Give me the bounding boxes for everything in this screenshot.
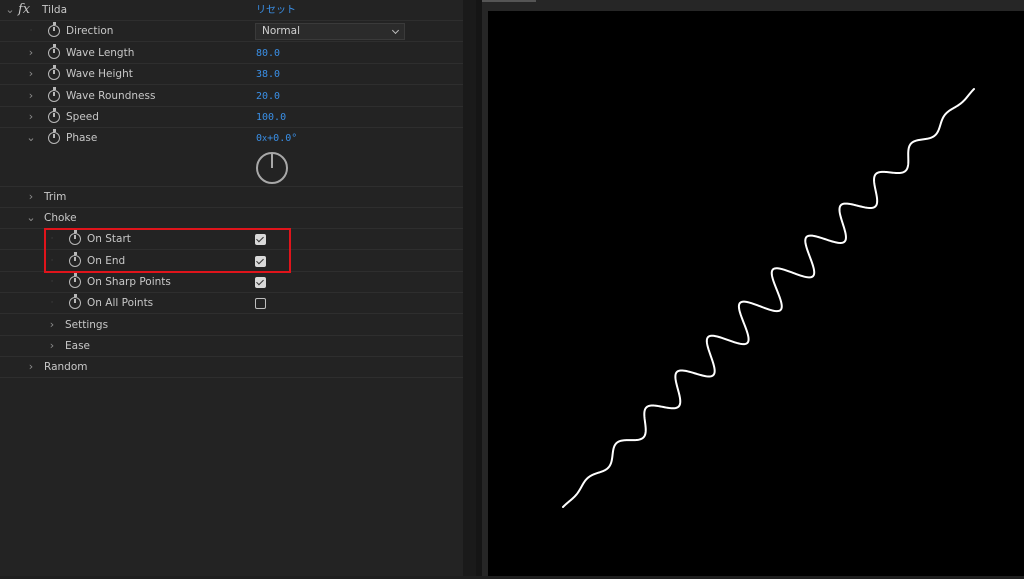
property-label: Phase	[66, 132, 98, 144]
on-all-points-checkbox[interactable]	[255, 298, 266, 309]
property-row-speed: › Speed 100.0	[0, 107, 463, 128]
group-label-settings: Settings	[65, 319, 109, 331]
property-label: Wave Roundness	[66, 90, 156, 102]
stopwatch-icon[interactable]	[48, 108, 60, 123]
chevron-right-icon[interactable]: ›	[26, 357, 36, 378]
panel-scrollbar[interactable]	[463, 0, 476, 576]
property-row-direction: · Direction Normal	[0, 21, 463, 42]
property-label: Direction	[66, 25, 114, 37]
chevron-right-icon[interactable]: ›	[47, 336, 57, 357]
chevron-right-icon[interactable]: ›	[26, 187, 36, 208]
chevron-right-icon[interactable]: ›	[26, 43, 36, 64]
highlight-annotation-box	[44, 228, 291, 273]
speed-value[interactable]: 100.0	[256, 107, 286, 129]
group-label-trim: Trim	[44, 191, 67, 203]
group-label-ease: Ease	[65, 340, 90, 352]
wave-path-svg	[562, 88, 975, 508]
chevron-down-icon[interactable]: ⌄	[26, 208, 36, 229]
bullet-icon: ·	[50, 298, 54, 308]
phase-degrees: +0.0°	[267, 133, 298, 144]
property-row-wave-length: › Wave Length 80.0	[0, 43, 463, 64]
stopwatch-icon[interactable]	[48, 44, 60, 59]
effect-header-row: ⌄ fx Tilda リセット	[0, 0, 463, 21]
property-row-on-all-points: · On All Points	[0, 293, 463, 314]
chevron-right-icon[interactable]: ›	[26, 64, 36, 85]
property-label: On All Points	[87, 297, 154, 309]
stopwatch-icon[interactable]	[48, 65, 60, 80]
chevron-down-icon[interactable]: ⌄	[5, 0, 15, 21]
property-label: Speed	[66, 111, 99, 123]
chevron-down-icon[interactable]: ⌄	[26, 128, 36, 149]
group-row-trim: › Trim	[0, 187, 463, 208]
property-label: On Sharp Points	[87, 276, 171, 288]
phase-value[interactable]: 0x+0.0°	[256, 128, 297, 150]
wave-path	[562, 88, 975, 508]
group-row-random: › Random	[0, 357, 463, 378]
group-row-ease: › Ease	[0, 336, 463, 357]
chevron-right-icon[interactable]: ›	[26, 86, 36, 107]
stopwatch-icon[interactable]	[48, 129, 60, 144]
phase-dial[interactable]	[256, 152, 288, 184]
property-row-phase: ⌄ Phase 0x+0.0°	[0, 128, 463, 187]
group-row-settings: › Settings	[0, 315, 463, 336]
wave-height-value[interactable]: 38.0	[256, 64, 280, 86]
chevron-right-icon[interactable]: ›	[47, 315, 57, 336]
group-label-choke: Choke	[44, 212, 77, 224]
effect-controls-panel: ⌄ fx Tilda リセット · Direction Normal › Wav…	[0, 0, 463, 576]
reset-link[interactable]: リセット	[256, 0, 296, 22]
stopwatch-icon[interactable]	[48, 87, 60, 102]
dial-needle	[271, 154, 273, 168]
dropdown-value: Normal	[262, 25, 300, 37]
effect-name: Tilda	[42, 4, 68, 16]
stopwatch-icon[interactable]	[69, 273, 81, 288]
property-label: Wave Length	[66, 47, 135, 59]
bullet-icon: ·	[29, 26, 33, 36]
wave-roundness-value[interactable]: 20.0	[256, 86, 280, 108]
bullet-icon: ·	[50, 277, 54, 287]
group-label-random: Random	[44, 361, 88, 373]
chevron-right-icon[interactable]: ›	[26, 107, 36, 128]
composition-viewer	[482, 0, 1024, 576]
group-row-choke: ⌄ Choke	[0, 208, 463, 229]
fx-icon[interactable]: fx	[18, 2, 30, 18]
property-row-wave-roundness: › Wave Roundness 20.0	[0, 86, 463, 107]
stopwatch-icon[interactable]	[48, 22, 60, 37]
property-label: Wave Height	[66, 68, 133, 80]
property-row-wave-height: › Wave Height 38.0	[0, 64, 463, 85]
viewer-tab-indicator	[482, 0, 536, 2]
composition-canvas[interactable]	[488, 11, 1024, 576]
stopwatch-icon[interactable]	[69, 294, 81, 309]
on-sharp-points-checkbox[interactable]	[255, 277, 266, 288]
direction-dropdown[interactable]: Normal	[255, 23, 405, 40]
chevron-down-icon	[391, 26, 400, 35]
property-row-on-sharp-points: · On Sharp Points	[0, 272, 463, 293]
wave-length-value[interactable]: 80.0	[256, 43, 280, 65]
